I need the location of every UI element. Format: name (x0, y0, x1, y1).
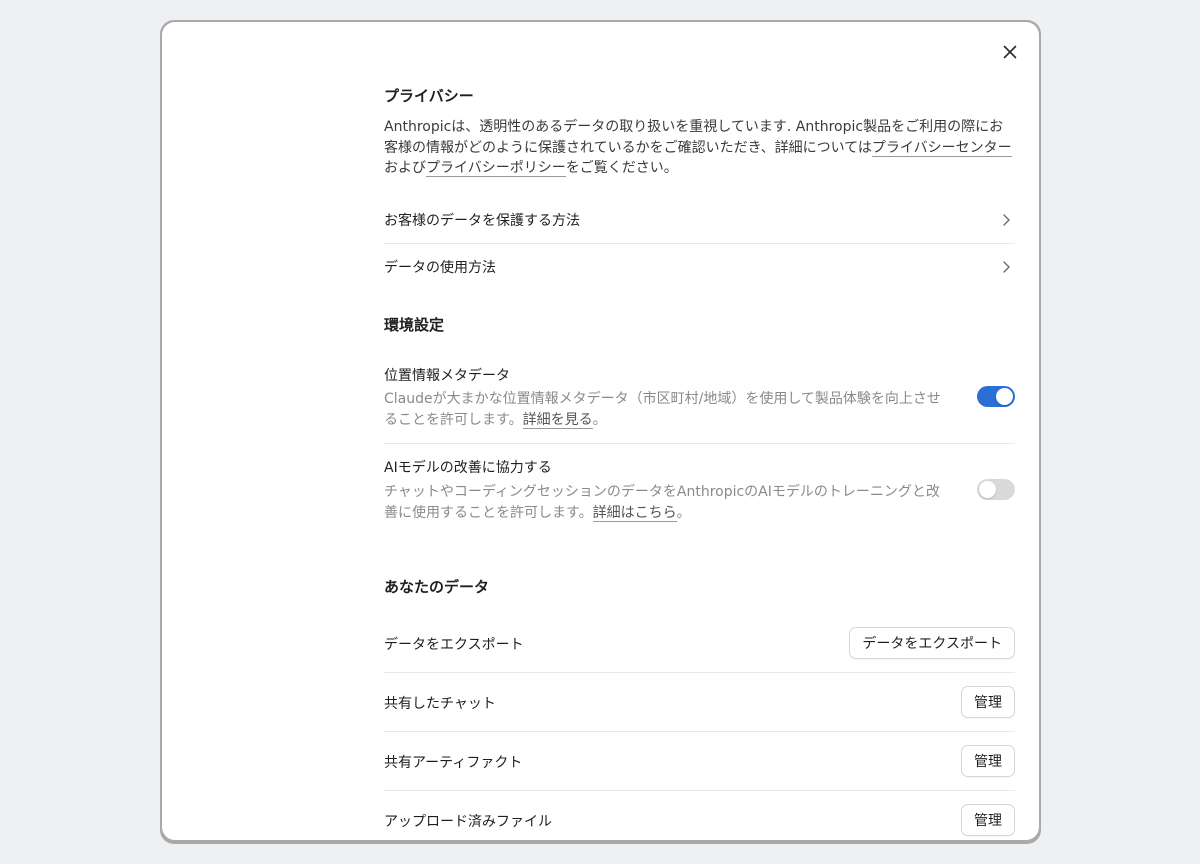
divider (384, 672, 1015, 673)
divider (384, 731, 1015, 732)
divider (384, 443, 1015, 444)
privacy-intro: Anthropicは、透明性のあるデータの取り扱いを重視しています. Anthr… (384, 117, 1012, 179)
data-usage-label: データの使用方法 (384, 260, 496, 276)
shared-chats-label: 共有したチャット (384, 696, 496, 712)
your-data-heading: あなたのデータ (384, 578, 490, 596)
location-metadata-desc: Claudeが大まかな位置情報メタデータ（市区町村/地域）を使用して製品体験を向… (384, 389, 949, 430)
intro-text-middle: および (384, 160, 426, 176)
privacy-heading: プライバシー (384, 87, 474, 105)
shared-artifacts-row: 共有アーティファクト 管理 (384, 744, 1015, 780)
close-icon (1003, 45, 1017, 59)
location-metadata-title: 位置情報メタデータ (384, 368, 510, 384)
model-improvement-title: AIモデルの改善に協力する (384, 460, 552, 476)
uploaded-files-row: アップロード済みファイル 管理 (384, 803, 1015, 839)
shared-chats-row: 共有したチャット 管理 (384, 685, 1015, 721)
location-link-suffix: 。 (592, 411, 607, 428)
model-learn-more-link[interactable]: 詳細はこちら (592, 504, 677, 522)
data-protection-row[interactable]: お客様のデータを保護する方法 (384, 198, 1015, 242)
privacy-center-link[interactable]: プライバシーセンター (871, 139, 1012, 157)
privacy-policy-link[interactable]: プライバシーポリシー (426, 160, 566, 177)
location-metadata-toggle[interactable] (977, 386, 1015, 407)
manage-shared-chats-button[interactable]: 管理 (961, 686, 1015, 718)
close-button[interactable] (999, 41, 1021, 63)
export-data-row: データをエクスポート データをエクスポート (384, 626, 1015, 662)
model-improvement-desc: チャットやコーディングセッションのデータをAnthropicのAIモデルのトレー… (384, 482, 949, 523)
location-desc-text: Claudeが大まかな位置情報メタデータ（市区町村/地域）を使用して製品体験を向… (384, 391, 941, 428)
shared-artifacts-label: 共有アーティファクト (384, 755, 523, 771)
data-usage-row[interactable]: データの使用方法 (384, 245, 1015, 289)
divider (384, 243, 1015, 244)
toggle-knob (979, 481, 996, 498)
location-learn-more-link[interactable]: 詳細を見る (522, 411, 593, 429)
divider (384, 790, 1015, 791)
model-link-suffix: 。 (676, 504, 691, 521)
export-data-button[interactable]: データをエクスポート (849, 627, 1015, 659)
chevron-right-icon (1003, 261, 1010, 273)
chevron-right-icon (1003, 214, 1010, 226)
settings-dialog: プライバシー Anthropicは、透明性のあるデータの取り扱いを重視しています… (162, 22, 1039, 840)
export-data-label: データをエクスポート (384, 637, 524, 653)
data-protection-label: お客様のデータを保護する方法 (384, 213, 580, 229)
intro-text-after: をご覧ください。 (565, 160, 678, 176)
model-improvement-toggle[interactable] (977, 479, 1015, 500)
uploaded-files-label: アップロード済みファイル (384, 814, 552, 830)
toggle-knob (996, 388, 1013, 405)
manage-uploaded-files-button[interactable]: 管理 (961, 804, 1015, 836)
preferences-heading: 環境設定 (384, 316, 445, 334)
manage-shared-artifacts-button[interactable]: 管理 (961, 745, 1015, 777)
